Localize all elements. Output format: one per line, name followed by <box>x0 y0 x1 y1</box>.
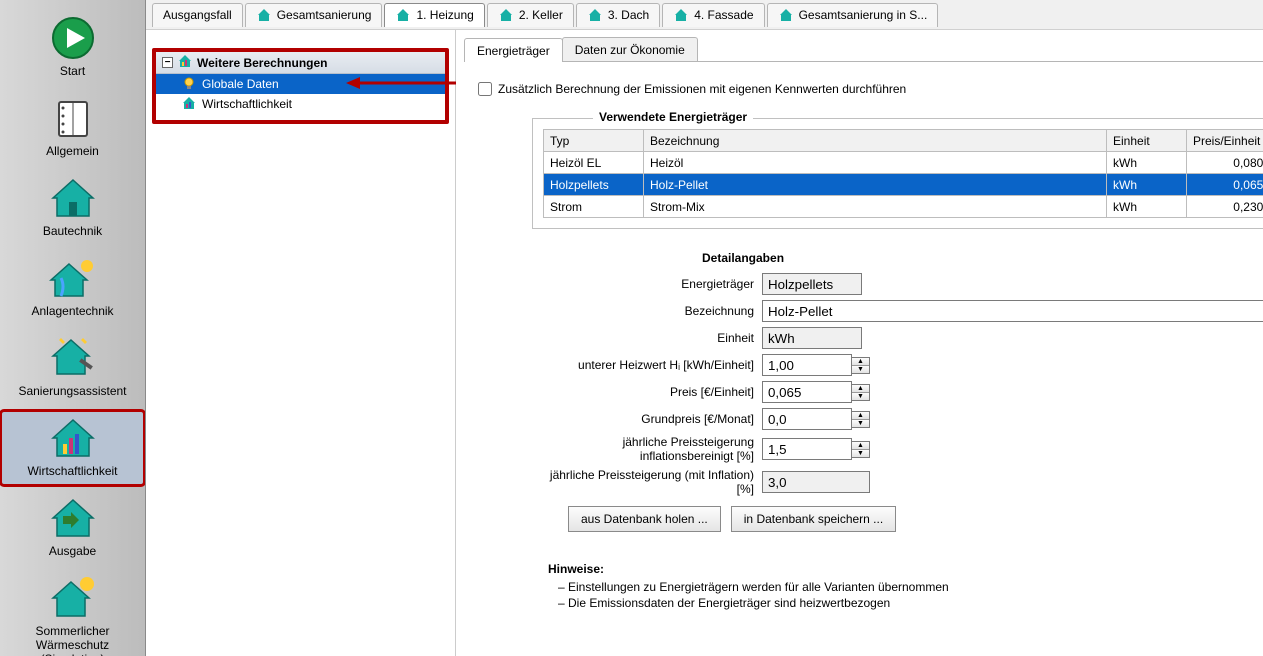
house-icon <box>49 174 97 222</box>
inner-tabbar: Energieträger Daten zur Ökonomie <box>464 38 1263 62</box>
spin-down[interactable]: ▼ <box>852 393 869 400</box>
spin-down[interactable]: ▼ <box>852 420 869 427</box>
launcher-label: Sommerlicher Wärmeschutz (Simulation) <box>35 624 109 656</box>
btn-db-load[interactable]: aus Datenbank holen ... <box>568 506 721 532</box>
hints: Hinweise: – Einstellungen zu Energieträg… <box>532 562 1263 610</box>
spin-up[interactable]: ▲ <box>852 412 869 420</box>
table-row[interactable]: Holzpellets Holz-Pellet kWh 0,0650 <box>544 174 1263 196</box>
spin-down[interactable]: ▼ <box>852 366 869 373</box>
detail-title: Detailangaben <box>532 251 1263 265</box>
col-einheit[interactable]: Einheit <box>1107 130 1187 152</box>
content-pane: Energieträger Daten zur Ökonomie Zusätzl… <box>456 30 1263 656</box>
field-einheit <box>762 327 862 349</box>
field-energietraeger <box>762 273 862 295</box>
btn-db-save[interactable]: in Datenbank speichern ... <box>731 506 896 532</box>
house-small-icon <box>395 7 411 23</box>
inner-tab-oekonomie[interactable]: Daten zur Ökonomie <box>562 37 698 61</box>
house-chart-tiny-icon <box>182 96 196 113</box>
spin-up[interactable]: ▲ <box>852 358 869 366</box>
house-small-icon <box>778 7 794 23</box>
launcher-label: Start <box>60 64 85 78</box>
house-small-icon <box>587 7 603 23</box>
launcher-allgemein[interactable]: Allgemein <box>0 90 145 166</box>
launcher-label: Ausgabe <box>49 544 96 558</box>
tab-gesamtsanierung-s[interactable]: Gesamtsanierung in S... <box>767 3 939 27</box>
tree-pane: − Weitere Berechnungen Globale Daten Wir… <box>146 30 456 656</box>
lbl-steigerung1: jährliche Preissteigerung inflationsbere… <box>532 435 762 463</box>
launcher-label: Wirtschaftlichkeit <box>27 464 117 478</box>
house-small-icon <box>498 7 514 23</box>
house-small-icon <box>256 7 272 23</box>
lbl-preis: Preis [€/Einheit] <box>532 385 762 399</box>
energietraeger-group: Verwendete Energieträger Typ Bezeichnung… <box>532 118 1263 229</box>
hints-title: Hinweise: <box>548 562 1263 576</box>
minus-icon: − <box>162 57 173 68</box>
lbl-bezeichnung: Bezeichnung <box>532 304 762 318</box>
lbl-steigerung2: jährliche Preissteigerung (mit Inflation… <box>532 468 762 496</box>
tab-ausgangsfall[interactable]: Ausgangsfall <box>152 3 243 27</box>
field-grundpreis[interactable] <box>762 408 852 430</box>
emission-checkbox-label: Zusätzlich Berechnung der Emissionen mit… <box>498 82 906 96</box>
field-steigerung2 <box>762 471 870 493</box>
launcher-anlagentechnik[interactable]: Anlagentechnik <box>0 250 145 326</box>
field-bezeichnung[interactable] <box>762 300 1263 322</box>
house-summer-icon <box>49 574 97 622</box>
spin-up[interactable]: ▲ <box>852 385 869 393</box>
house-arrow-icon <box>49 494 97 542</box>
launcher-sanierungsassistent[interactable]: Sanierungsassistent <box>0 330 145 406</box>
emission-checkbox-row: Zusätzlich Berechnung der Emissionen mit… <box>472 82 1263 96</box>
tree-header[interactable]: − Weitere Berechnungen <box>156 52 445 74</box>
launcher-sidebar: Start Allgemein Bautechnik Anlagentechni… <box>0 0 145 656</box>
house-chart-small-icon <box>177 53 193 72</box>
col-typ[interactable]: Typ <box>544 130 644 152</box>
table-row[interactable]: Heizöl EL Heizöl kWh 0,0800 <box>544 152 1263 174</box>
inner-tab-energietraeger[interactable]: Energieträger <box>464 38 563 62</box>
main-pane: Ausgangsfall Gesamtsanierung 1. Heizung … <box>145 0 1263 656</box>
group-legend: Verwendete Energieträger <box>593 110 753 124</box>
launcher-sommerlicher[interactable]: Sommerlicher Wärmeschutz (Simulation) <box>0 570 145 656</box>
energietraeger-table: Typ Bezeichnung Einheit Preis/Einheit He… <box>543 129 1263 218</box>
house-small-icon <box>673 7 689 23</box>
house-tools-icon <box>49 334 97 382</box>
tab-keller[interactable]: 2. Keller <box>487 3 574 27</box>
house-sun-icon <box>49 254 97 302</box>
tab-dach[interactable]: 3. Dach <box>576 3 660 27</box>
launcher-wirtschaftlichkeit[interactable]: Wirtschaftlichkeit <box>0 410 145 486</box>
tab-heizung[interactable]: 1. Heizung <box>384 3 484 27</box>
lbl-grundpreis: Grundpreis [€/Monat] <box>532 412 762 426</box>
launcher-label: Sanierungsassistent <box>18 384 126 398</box>
bulb-icon <box>182 76 196 93</box>
tree-box: − Weitere Berechnungen Globale Daten Wir… <box>152 48 449 124</box>
field-steigerung1[interactable] <box>762 438 852 460</box>
lbl-heizwert: unterer Heizwert Hᵢ [kWh/Einheit] <box>532 358 762 372</box>
pane-body: Zusätzlich Berechnung der Emissionen mit… <box>464 62 1263 620</box>
spin-down[interactable]: ▼ <box>852 450 869 457</box>
launcher-label: Allgemein <box>46 144 99 158</box>
emission-checkbox[interactable] <box>478 82 492 96</box>
notebook-icon <box>49 94 97 142</box>
tree-item-wirtschaftlichkeit[interactable]: Wirtschaftlichkeit <box>156 94 445 114</box>
launcher-start[interactable]: Start <box>0 10 145 86</box>
body-split: − Weitere Berechnungen Globale Daten Wir… <box>146 30 1263 656</box>
launcher-label: Bautechnik <box>43 224 102 238</box>
col-bezeichnung[interactable]: Bezeichnung <box>644 130 1107 152</box>
tree-item-globale-daten[interactable]: Globale Daten <box>156 74 445 94</box>
lbl-energietraeger: Energieträger <box>532 277 762 291</box>
launcher-bautechnik[interactable]: Bautechnik <box>0 170 145 246</box>
variant-tabbar: Ausgangsfall Gesamtsanierung 1. Heizung … <box>146 0 1263 30</box>
tab-gesamtsanierung[interactable]: Gesamtsanierung <box>245 3 383 27</box>
field-preis[interactable] <box>762 381 852 403</box>
field-heizwert[interactable] <box>762 354 852 376</box>
spin-up[interactable]: ▲ <box>852 442 869 450</box>
lbl-einheit: Einheit <box>532 331 762 345</box>
launcher-ausgabe[interactable]: Ausgabe <box>0 490 145 566</box>
hint-line: – Die Emissionsdaten der Energieträger s… <box>558 596 1263 610</box>
house-chart-icon <box>49 414 97 462</box>
play-icon <box>49 14 97 62</box>
hint-line: – Einstellungen zu Energieträgern werden… <box>558 580 1263 594</box>
table-row[interactable]: Strom Strom-Mix kWh 0,2300 <box>544 196 1263 218</box>
tab-fassade[interactable]: 4. Fassade <box>662 3 764 27</box>
col-preis[interactable]: Preis/Einheit <box>1187 130 1263 152</box>
launcher-label: Anlagentechnik <box>31 304 113 318</box>
